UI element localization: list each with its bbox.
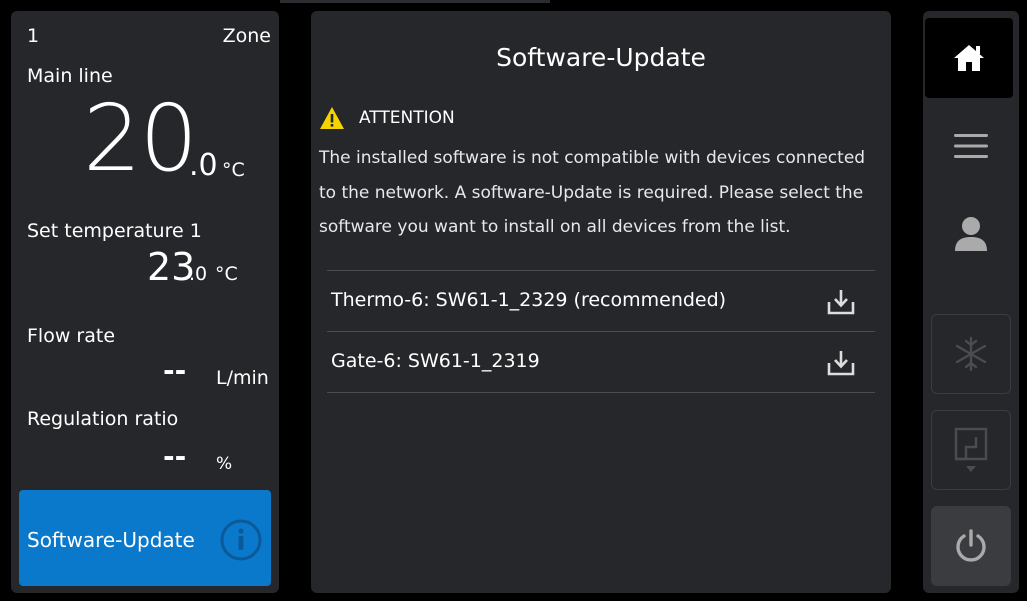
download-icon[interactable] [827,349,855,377]
user-button[interactable] [931,194,1011,274]
zone-number: 1 [27,25,40,47]
set-temp-decimal: .0 [189,263,208,285]
main-temp-decimal: .0 [189,148,218,183]
regulation-ratio-label: Regulation ratio [27,408,179,430]
warning-icon [320,107,344,129]
regulation-ratio-unit: % [216,454,233,474]
software-item-label: Gate-6: SW61-1_2319 [331,350,540,372]
zone-label: Zone [222,25,271,47]
software-update-button-label: Software-Update [27,528,195,552]
software-item-label: Thermo-6: SW61-1_2329 (recommended) [331,289,727,311]
attention-label: ATTENTION [359,108,455,128]
flow-rate-label: Flow rate [27,325,116,347]
dialog-title: Software-Update [496,43,706,72]
software-item-gate-6[interactable]: Gate-6: SW61-1_2319 [327,332,875,393]
home-icon [954,45,984,71]
flow-rate-unit: L/min [216,367,269,389]
main-temp-unit: °C [222,159,245,181]
main-line-label: Main line [27,65,113,87]
door-icon [954,427,988,472]
door-button[interactable] [931,410,1011,490]
download-icon[interactable] [827,288,855,316]
regulation-ratio-value: -- [163,440,187,473]
navigation-rail [923,11,1019,593]
software-update-button[interactable]: Software-Update [19,490,271,586]
zone-status-panel: 1 Zone Main line 20 .0 °C Set temperatur… [11,11,279,593]
power-icon [956,529,986,562]
software-item-thermo-6[interactable]: Thermo-6: SW61-1_2329 (recommended) [327,271,875,332]
set-temp-label: Set temperature 1 [27,220,202,242]
set-temp-unit: °C [215,263,238,285]
user-icon [955,217,987,251]
cooling-button[interactable] [931,314,1011,394]
snowflake-icon [955,336,987,372]
home-button[interactable] [925,18,1013,98]
main-temp-value: 20 [83,85,198,192]
info-icon [220,519,262,561]
attention-message: The installed software is not compatible… [319,148,866,237]
top-divider [280,0,550,3]
software-list: Thermo-6: SW61-1_2329 (recommended) Gate… [327,270,875,393]
power-button[interactable] [931,506,1011,586]
software-update-dialog: Software-Update ATTENTION The installed … [311,11,891,593]
menu-icon [954,134,988,158]
flow-rate-value: -- [163,354,187,387]
menu-button[interactable] [931,106,1011,186]
